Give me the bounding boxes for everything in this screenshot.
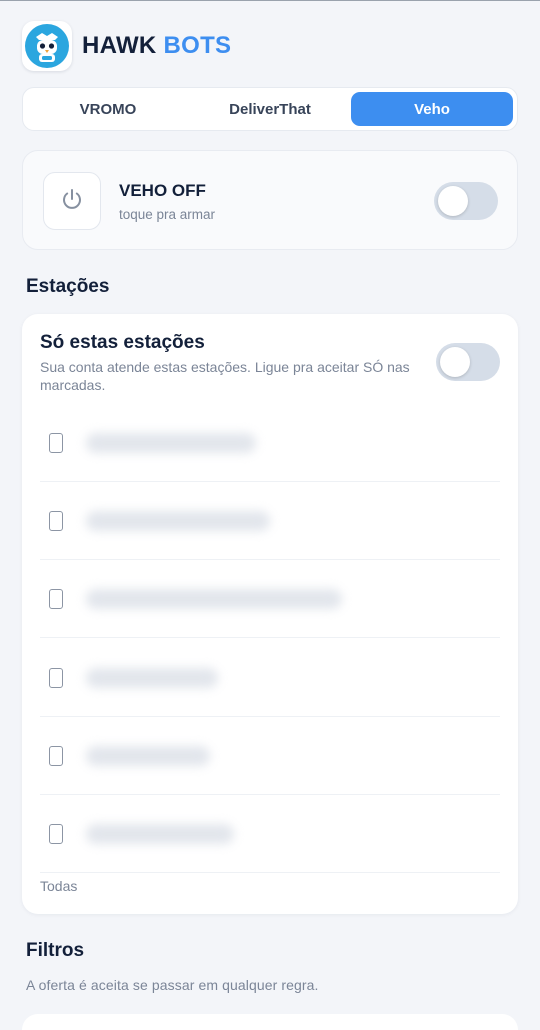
robot-icon bbox=[22, 21, 72, 71]
station-label-redacted bbox=[86, 589, 342, 609]
station-label-redacted bbox=[86, 668, 218, 688]
station-row[interactable] bbox=[40, 482, 500, 560]
station-label-redacted bbox=[86, 511, 270, 531]
app-header: HAWK BOTS bbox=[22, 20, 231, 72]
arm-toggle[interactable] bbox=[434, 182, 498, 220]
filters-note: A oferta é aceita se passar em qualquer … bbox=[26, 977, 319, 993]
tab-vromo[interactable]: VROMO bbox=[27, 92, 189, 126]
tab-veho[interactable]: Veho bbox=[351, 92, 513, 126]
filters-section-title: Filtros bbox=[26, 940, 85, 961]
station-checkbox[interactable] bbox=[49, 746, 63, 766]
station-row[interactable] bbox=[40, 639, 500, 717]
status-title: VEHO OFF bbox=[119, 181, 206, 200]
only-these-stations-title: Só estas estações bbox=[40, 332, 205, 353]
station-row[interactable] bbox=[40, 560, 500, 638]
station-checkbox[interactable] bbox=[49, 824, 63, 844]
station-label-redacted bbox=[86, 824, 234, 844]
station-row[interactable] bbox=[40, 404, 500, 482]
power-button[interactable] bbox=[43, 172, 101, 230]
platform-tabs: VROMO DeliverThat Veho bbox=[22, 87, 518, 131]
station-checkbox[interactable] bbox=[49, 589, 63, 609]
station-label-redacted bbox=[86, 746, 210, 766]
station-checkbox[interactable] bbox=[49, 668, 63, 688]
station-label-redacted bbox=[86, 433, 256, 453]
all-stations-label[interactable]: Todas bbox=[40, 878, 77, 894]
brand-part-1: HAWK bbox=[82, 32, 157, 59]
top-divider bbox=[0, 0, 540, 1]
tab-deliverthat[interactable]: DeliverThat bbox=[189, 92, 351, 126]
brand-part-2: BOTS bbox=[163, 32, 232, 59]
toggle-knob bbox=[438, 186, 468, 216]
station-row[interactable] bbox=[40, 795, 500, 873]
only-these-stations-toggle[interactable] bbox=[436, 343, 500, 381]
station-checkbox[interactable] bbox=[49, 433, 63, 453]
bot-status-card: VEHO OFF toque pra armar bbox=[22, 150, 518, 250]
toggle-knob bbox=[440, 347, 470, 377]
brand-title: HAWK BOTS bbox=[82, 32, 231, 60]
only-these-stations-description: Sua conta atende estas estações. Ligue p… bbox=[40, 359, 410, 393]
filters-card bbox=[22, 1014, 518, 1030]
station-row[interactable] bbox=[40, 717, 500, 795]
station-checkbox[interactable] bbox=[49, 511, 63, 531]
stations-section-title: Estações bbox=[26, 276, 110, 297]
status-subtitle: toque pra armar bbox=[119, 207, 216, 222]
power-icon bbox=[59, 186, 85, 217]
stations-card: Só estas estações Sua conta atende estas… bbox=[22, 314, 518, 914]
